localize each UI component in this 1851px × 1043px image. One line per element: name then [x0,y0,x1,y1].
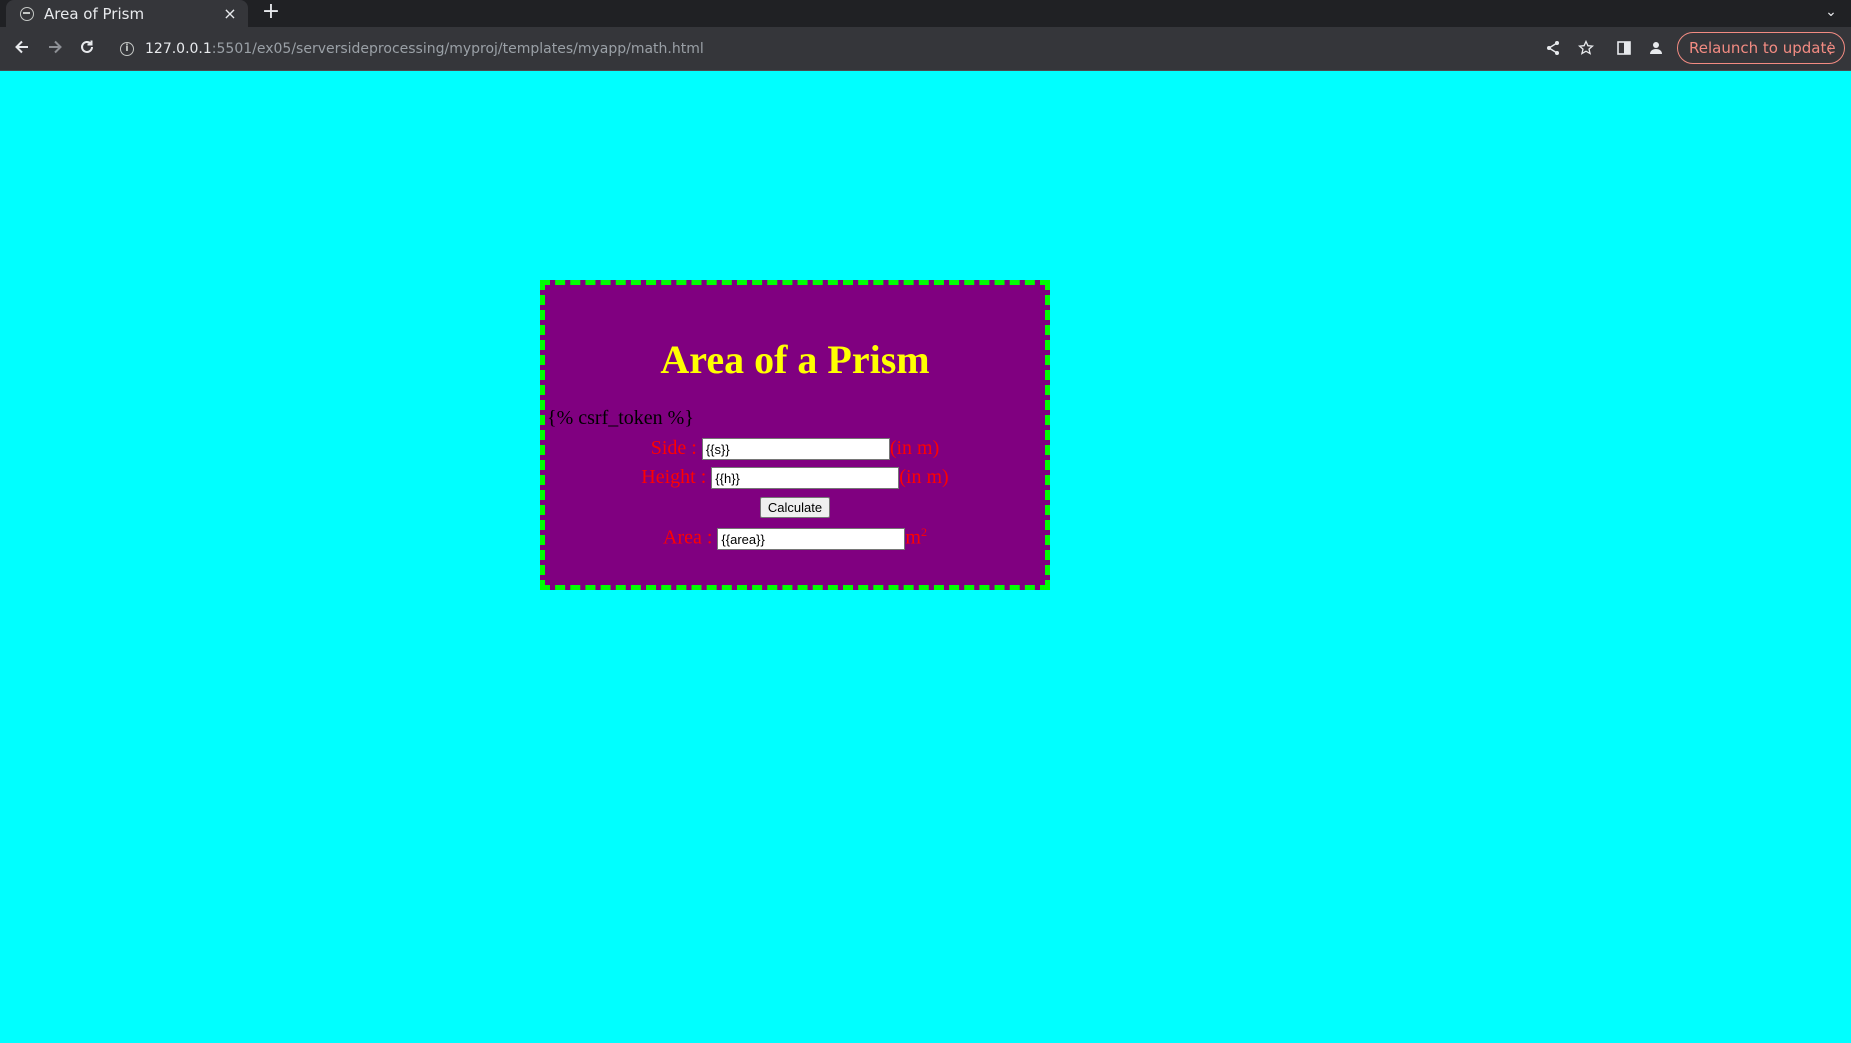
relaunch-label: Relaunch to update [1689,39,1836,57]
url-path: :5501/ex05/serversideprocessing/myproj/t… [211,41,704,57]
calculate-button[interactable]: Calculate [759,497,831,518]
url-text: 127.0.0.1:5501/ex05/serversideprocessing… [145,41,704,57]
height-row: Height : (in m) [545,466,1045,490]
height-label: Height : [641,466,712,488]
browser-toolbar: i 127.0.0.1:5501/ex05/serversideprocessi… [0,27,1851,71]
menu-icon[interactable]: ⋮ [1823,33,1838,63]
side-panel-icon[interactable] [1611,36,1637,62]
prism-form-box: Area of a Prism {% csrf_token %} Side : … [540,280,1050,590]
side-row: Side : (in m) [545,437,1045,461]
plus-icon[interactable]: + [259,1,283,25]
tab-search-button[interactable]: ⌄ [1821,2,1841,22]
height-input[interactable] [711,467,900,490]
area-label: Area : [663,526,718,549]
side-label: Side : [650,437,702,459]
browser-tab[interactable]: Area of Prism × [6,0,248,27]
back-icon[interactable] [9,36,35,62]
page-viewport: Area of a Prism {% csrf_token %} Side : … [0,71,1851,1043]
close-icon[interactable]: × [222,5,238,22]
info-icon[interactable]: i [120,42,134,56]
calculate-row: Calculate [545,495,1045,518]
area-output[interactable] [717,528,906,551]
reload-icon[interactable] [74,36,100,62]
globe-icon [20,6,34,21]
area-unit: m [905,526,921,549]
relaunch-button[interactable]: Relaunch to update ⋮ [1677,32,1845,64]
forward-icon[interactable] [42,36,68,62]
height-unit: (in m) [899,466,949,488]
tab-title: Area of Prism [44,4,145,23]
star-icon[interactable] [1573,36,1599,62]
area-unit-exponent: 2 [920,525,927,539]
page-title: Area of a Prism [660,337,930,382]
tab-strip: Area of Prism × + ⌄ [0,0,1851,27]
area-row: Area : m2 [545,525,1045,551]
share-icon[interactable] [1540,36,1566,62]
address-bar[interactable]: i 127.0.0.1:5501/ex05/serversideprocessi… [108,33,1518,65]
side-input[interactable] [701,438,890,461]
url-host: 127.0.0.1 [145,41,212,57]
side-unit: (in m) [889,437,940,459]
profile-icon[interactable] [1643,36,1669,62]
csrf-token-text: {% csrf_token %} [547,407,694,429]
